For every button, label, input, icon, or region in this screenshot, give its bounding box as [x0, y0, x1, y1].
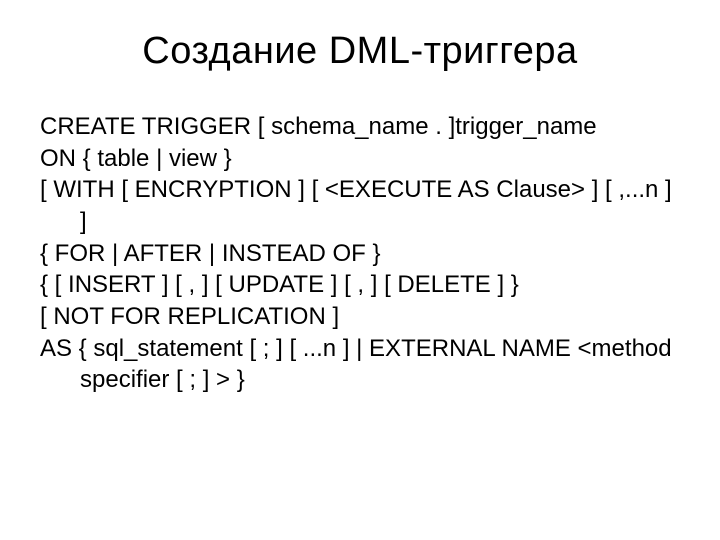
slide-title: Создание DML-триггера	[40, 30, 680, 73]
syntax-line: CREATE TRIGGER [ schema_name . ]trigger_…	[80, 111, 680, 143]
syntax-line: AS { sql_statement [ ; ] [ ...n ] | EXTE…	[80, 333, 680, 396]
syntax-line: ON { table | view }	[80, 143, 680, 175]
syntax-line: [ WITH [ ENCRYPTION ] [ <EXECUTE AS Clau…	[80, 174, 680, 237]
syntax-line: { FOR | AFTER | INSTEAD OF }	[80, 238, 680, 270]
syntax-block: CREATE TRIGGER [ schema_name . ]trigger_…	[40, 111, 680, 396]
syntax-line: { [ INSERT ] [ , ] [ UPDATE ] [ , ] [ DE…	[80, 269, 680, 301]
syntax-line: [ NOT FOR REPLICATION ]	[80, 301, 680, 333]
